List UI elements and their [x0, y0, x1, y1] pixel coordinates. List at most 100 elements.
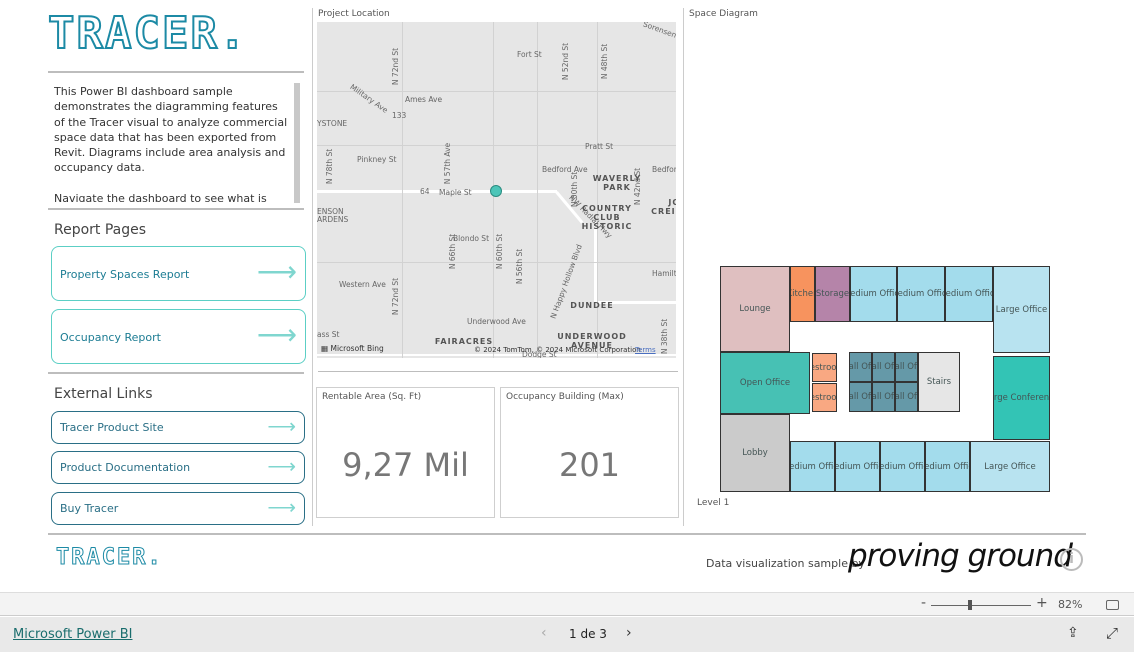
map-street-label: YSTONE [317, 119, 348, 128]
room[interactable]: Medium Office [945, 266, 993, 322]
map-street-label: 133 [392, 111, 407, 120]
divider [683, 8, 684, 526]
map-street-label: Bedford [652, 165, 676, 174]
map-street-label: ass St [317, 330, 340, 339]
property-spaces-report-button[interactable]: Property Spaces Report ⟶ [51, 246, 306, 301]
room[interactable]: Medium Office [897, 266, 945, 322]
map-street-label: Hamilton [652, 269, 676, 278]
product-documentation-link[interactable]: Product Documentation ⟶ [51, 451, 305, 484]
map-street-label: Blondo St [453, 234, 490, 243]
room[interactable]: Lobby [720, 414, 790, 492]
zoom-bar: - + 82% [0, 592, 1134, 616]
divider [48, 208, 304, 210]
map-street-label: N 56th St [515, 248, 525, 285]
map-street-label: N 72nd St [391, 277, 401, 316]
prev-page-icon[interactable]: ‹ [541, 625, 547, 641]
map-district-label: COUNTRY CLUB HISTORIC [581, 204, 633, 231]
room[interactable]: Medium Office [880, 441, 925, 492]
floor-plan: LoungeKitchenStorageMedium OfficeMedium … [718, 264, 1052, 494]
next-page-icon[interactable]: › [626, 625, 632, 641]
map-district-label: MO [662, 70, 676, 79]
info-icon[interactable]: i [1060, 548, 1083, 571]
map-street-label: Ames Ave [405, 95, 443, 104]
map-street-label: N 78th St [325, 148, 335, 185]
room[interactable]: Small Office [872, 382, 895, 412]
map-street-label: Pinkney St [357, 155, 397, 164]
room[interactable]: Kitchen [790, 266, 815, 322]
room[interactable]: Small Office [872, 352, 895, 382]
divider [318, 371, 678, 372]
zoom-in-button[interactable]: + [1036, 595, 1048, 611]
page-indicator: 1 de 3 [569, 627, 607, 641]
map-street-label: Bedford Ave [542, 165, 588, 174]
room[interactable]: Medium Office [850, 266, 897, 322]
tracer-logo: TRACER. [47, 7, 248, 60]
map-street-label: N 66th St [448, 233, 458, 270]
project-location-marker[interactable] [490, 185, 502, 197]
divider [48, 372, 304, 374]
map-attribution: © 2024 TomTom, © 2024 Microsoft Corporat… [474, 346, 641, 354]
credit-text: Data visualization sample by [706, 557, 865, 570]
room[interactable]: Large Conference [993, 356, 1050, 440]
divider [48, 533, 1086, 535]
map-street-label: Military Ave [348, 82, 390, 115]
room[interactable]: Stairs [918, 352, 960, 412]
bottom-bar: Microsoft Power BI ‹ 1 de 3 › ⇪ ⤢ [0, 617, 1134, 652]
map-street-label: Fort St [517, 50, 542, 59]
fullscreen-icon[interactable]: ⤢ [1106, 624, 1118, 642]
room[interactable]: Large Office [970, 441, 1050, 492]
map-street-label: Pratt St [585, 142, 614, 151]
buy-tracer-link[interactable]: Buy Tracer ⟶ [51, 492, 305, 525]
intro-text: This Power BI dashboard sample demonstra… [54, 84, 290, 202]
room[interactable]: Small Office [895, 352, 918, 382]
map-street-label: N 52nd St [561, 42, 571, 81]
button-label: Property Spaces Report [60, 268, 190, 281]
room[interactable]: Small Office [849, 352, 872, 382]
room[interactable]: Small Office [849, 382, 872, 412]
room[interactable]: Medium Office [925, 441, 970, 492]
room[interactable]: Storage [815, 266, 850, 322]
arrow-right-icon: ⟶ [267, 495, 296, 519]
room[interactable]: Restroom [812, 383, 837, 412]
arrow-right-icon: ⟶ [256, 255, 297, 288]
card-value: 9,27 Mil [342, 446, 469, 484]
arrow-right-icon: ⟶ [267, 414, 296, 438]
map-street-label: N 72nd St [391, 47, 401, 86]
card-title: Rentable Area (Sq. Ft) [322, 392, 422, 402]
room[interactable]: Open Office [720, 352, 810, 414]
zoom-out-button[interactable]: - [921, 595, 926, 611]
map-title: Project Location [318, 9, 390, 19]
level-label: Level 1 [697, 498, 730, 508]
external-links-heading: External Links [54, 386, 153, 402]
fit-to-page-icon[interactable] [1106, 600, 1119, 610]
room[interactable]: Small Office [895, 382, 918, 412]
report-pages-heading: Report Pages [54, 222, 147, 238]
tracer-product-site-link[interactable]: Tracer Product Site ⟶ [51, 411, 305, 444]
proving-ground-logo: proving ground [848, 538, 1073, 574]
intro-paragraph: This Power BI dashboard sample demonstra… [54, 85, 288, 175]
map-street-label: 64 [420, 187, 430, 196]
map-street-label: Maple St [439, 188, 472, 197]
map-street-label: N 38th St [660, 318, 670, 355]
share-icon[interactable]: ⇪ [1067, 625, 1079, 641]
room[interactable]: Lounge [720, 266, 790, 352]
project-location-map[interactable]: Fort St N 52nd St N 48th St N 72nd St Milita… [317, 22, 676, 358]
arrow-right-icon: ⟶ [256, 318, 297, 351]
powerbi-link[interactable]: Microsoft Power BI [13, 627, 132, 642]
room[interactable]: Medium Office [790, 441, 835, 492]
divider [48, 71, 304, 73]
room[interactable]: Medium Office [835, 441, 880, 492]
map-street-label: Underwood Ave [467, 317, 526, 326]
room[interactable]: Restroom [812, 353, 837, 382]
map-street-label: Sorensen Pk [641, 22, 676, 44]
terms-link[interactable]: Terms [635, 346, 656, 354]
diagram-title: Space Diagram [689, 9, 758, 19]
map-street-label: Western Ave [339, 280, 386, 289]
room[interactable]: Large Office [993, 266, 1050, 353]
card-title: Occupancy Building (Max) [506, 392, 624, 402]
scrollbar[interactable] [294, 83, 300, 203]
zoom-slider-handle[interactable] [968, 600, 972, 610]
occupancy-report-button[interactable]: Occupancy Report ⟶ [51, 309, 306, 364]
tracer-footer-logo: TRACER. [56, 545, 163, 571]
zoom-slider[interactable] [931, 605, 1031, 606]
